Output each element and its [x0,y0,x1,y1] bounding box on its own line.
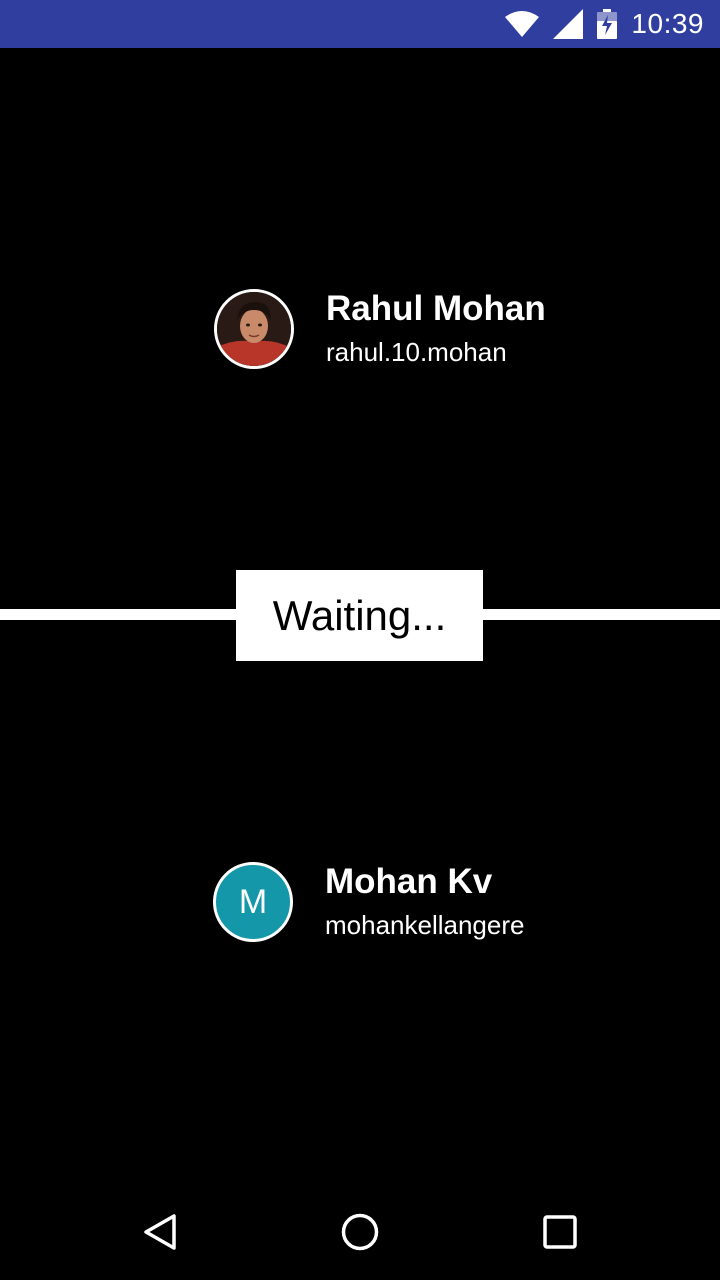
avatar [214,289,294,369]
recents-button[interactable] [536,1208,584,1256]
recents-icon [543,1215,577,1249]
signal-icon [553,9,584,39]
nav-bar [0,1184,720,1280]
player-name: Rahul Mohan [326,289,546,328]
waiting-status: Waiting... [236,570,483,661]
wifi-icon [505,11,540,37]
player-bottom-info: Mohan Kv mohankellangere [325,862,524,942]
avatar-photo-icon [217,292,291,366]
player-name: Mohan Kv [325,862,493,901]
status-time: 10:39 [631,8,704,39]
player-bottom: M Mohan Kv mohankellangere [213,862,524,942]
home-button[interactable] [336,1208,384,1256]
status-icons: 10:39 [505,0,704,48]
avatar-initial: M [238,882,268,921]
avatar: M [213,862,293,942]
player-top-info: Rahul Mohan rahul.10.mohan [326,289,546,369]
home-icon [341,1213,379,1251]
player-username: mohankellangere [325,910,525,940]
battery-icon [597,9,618,39]
player-top: Rahul Mohan rahul.10.mohan [214,289,546,369]
screen: 10:39 Rahul Mohan rahul.10.mohan Waiting… [0,0,720,1280]
player-username: rahul.10.mohan [326,337,507,367]
waiting-label: Waiting... [272,591,447,639]
status-bar: 10:39 [0,0,720,48]
back-button[interactable] [136,1208,184,1256]
back-icon [144,1214,176,1250]
